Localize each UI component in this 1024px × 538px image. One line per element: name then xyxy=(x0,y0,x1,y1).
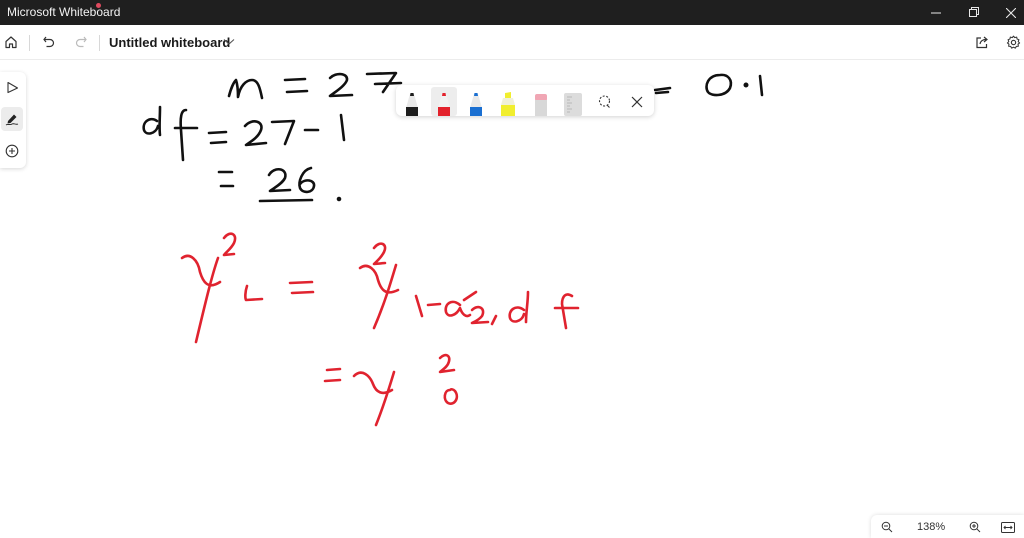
whiteboard-canvas[interactable] xyxy=(0,60,1024,538)
restore-icon xyxy=(968,7,979,17)
fit-to-screen-button[interactable] xyxy=(998,518,1018,536)
lasso-select-button[interactable] xyxy=(592,87,618,116)
pen-icon xyxy=(5,114,19,126)
redo-button[interactable] xyxy=(70,31,92,53)
eraser-icon xyxy=(535,94,547,116)
home-button[interactable] xyxy=(0,31,22,53)
undo-icon xyxy=(43,36,55,48)
zoom-in-button[interactable] xyxy=(965,518,985,536)
zoom-out-icon xyxy=(881,521,893,533)
redo-icon xyxy=(75,36,87,48)
title-bar: Microsoft Whiteboard xyxy=(0,0,1024,25)
gear-icon xyxy=(1006,35,1020,49)
rail-item-add[interactable] xyxy=(1,139,23,163)
rail-item-select[interactable] xyxy=(1,75,23,99)
document-title[interactable]: Untitled whiteboard xyxy=(109,35,230,50)
chevron-down-icon xyxy=(223,39,235,45)
highlighter-icon xyxy=(501,92,515,116)
left-tool-rail xyxy=(0,72,26,168)
close-icon xyxy=(1006,7,1016,18)
black-pen-icon xyxy=(406,93,418,116)
red-pen-icon xyxy=(438,93,450,116)
plus-circle-icon xyxy=(5,144,19,158)
home-icon xyxy=(5,36,17,49)
settings-button[interactable] xyxy=(1002,31,1024,53)
title-dropdown-button[interactable] xyxy=(218,31,240,53)
rail-item-inking[interactable] xyxy=(1,107,23,131)
blue-pen-icon xyxy=(470,93,482,116)
close-window-button[interactable] xyxy=(988,0,1024,25)
undo-button[interactable] xyxy=(38,31,60,53)
zoom-in-icon xyxy=(969,521,981,533)
pen-tray xyxy=(396,85,654,116)
ruler-button[interactable] xyxy=(560,87,586,116)
app-title: Microsoft Whiteboard xyxy=(7,5,121,19)
eraser-button[interactable] xyxy=(528,87,554,116)
pointer-icon xyxy=(6,81,18,93)
fit-to-screen-icon xyxy=(1001,521,1015,533)
notification-dot xyxy=(96,3,101,8)
toolbar-divider xyxy=(99,35,100,51)
black-pen-button[interactable] xyxy=(399,87,425,116)
share-button[interactable] xyxy=(971,31,993,53)
close-icon xyxy=(631,96,643,107)
red-pen-button[interactable] xyxy=(431,87,457,116)
blue-pen-button[interactable] xyxy=(463,87,489,116)
zoom-controls: 138% xyxy=(871,515,1024,538)
share-icon xyxy=(975,36,988,49)
toolbar-divider xyxy=(29,35,30,51)
lasso-icon xyxy=(598,94,611,108)
ruler-icon xyxy=(564,93,582,116)
yellow-highlighter-button[interactable] xyxy=(495,87,521,116)
close-pen-tray-button[interactable] xyxy=(624,87,650,116)
app-toolbar: Untitled whiteboard xyxy=(0,25,1024,60)
minimize-icon xyxy=(931,12,941,13)
zoom-level: 138% xyxy=(917,521,946,533)
zoom-out-button[interactable] xyxy=(877,518,897,536)
